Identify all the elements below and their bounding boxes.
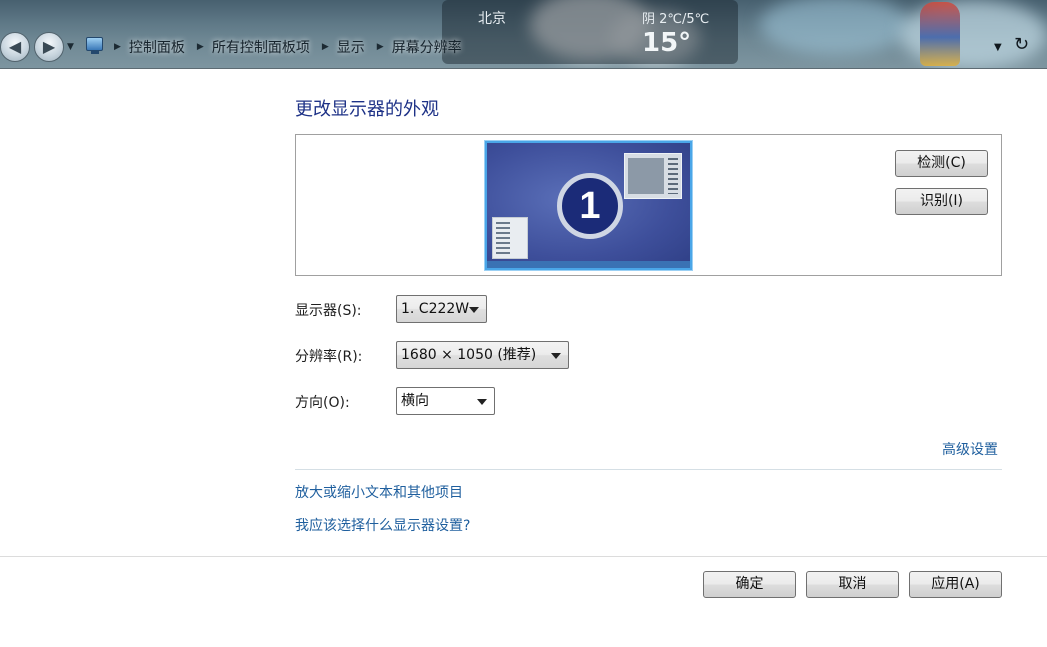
refresh-icon[interactable]: ↻: [1014, 34, 1029, 55]
recent-pages-dropdown-icon[interactable]: ▼: [67, 42, 74, 52]
thumbnail-start-menu: [492, 217, 528, 259]
breadcrumb-control-panel[interactable]: 控制面板: [129, 37, 185, 57]
monitor-arrangement-panel: 1 检测(C) 识别(I): [295, 134, 1002, 276]
monitor-number-badge: 1: [557, 173, 623, 239]
text-size-link[interactable]: 放大或缩小文本和其他项目: [295, 482, 463, 502]
resolution-label: 分辨率(R):: [295, 349, 363, 365]
chevron-right-icon[interactable]: ▶: [197, 42, 204, 52]
breadcrumb-screen-resolution[interactable]: 屏幕分辨率: [392, 37, 462, 57]
resolution-select[interactable]: 1680 × 1050 (推荐): [396, 341, 569, 369]
wallpaper-cloud: [760, 0, 910, 55]
orientation-select[interactable]: 横向: [396, 387, 495, 415]
display-label: 显示器(S):: [295, 303, 362, 319]
weather-range: 阴 2℃/5℃: [642, 12, 710, 27]
page-title: 更改显示器的外观: [295, 99, 439, 120]
detect-button[interactable]: 检测(C): [895, 150, 988, 177]
chevron-right-icon[interactable]: ▶: [377, 42, 384, 52]
wallpaper-figure: [920, 2, 960, 66]
display-help-link[interactable]: 我应该选择什么显示器设置?: [295, 515, 470, 535]
monitor-thumbnail[interactable]: 1: [485, 141, 692, 270]
forward-button[interactable]: ▶: [34, 32, 64, 62]
ok-button[interactable]: 确定: [703, 571, 796, 598]
breadcrumb-display[interactable]: 显示: [337, 37, 365, 57]
dropdown-arrow-icon: [477, 399, 487, 405]
chevron-right-icon[interactable]: ▶: [322, 42, 329, 52]
back-button[interactable]: ◀: [0, 32, 30, 62]
thumbnail-window: [624, 153, 682, 199]
orientation-label: 方向(O):: [295, 395, 350, 411]
chevron-right-icon[interactable]: ▶: [114, 42, 121, 52]
breadcrumb: ▶ 控制面板 ▶ 所有控制面板项 ▶ 显示 ▶ 屏幕分辨率: [110, 37, 462, 57]
identify-button[interactable]: 识别(I): [895, 188, 988, 215]
section-divider: [295, 469, 1002, 470]
weather-temperature: 15°: [642, 28, 692, 58]
dropdown-arrow-icon: [469, 307, 479, 313]
arrow-right-icon: ▶: [42, 37, 56, 56]
advanced-settings-link[interactable]: 高级设置: [942, 439, 998, 459]
cancel-button[interactable]: 取消: [806, 571, 899, 598]
dropdown-arrow-icon: [551, 353, 561, 359]
resolution-select-value: 1680 × 1050 (推荐): [401, 347, 537, 363]
apply-button[interactable]: 应用(A): [909, 571, 1002, 598]
address-dropdown-icon[interactable]: ▼: [994, 42, 1002, 53]
display-select-value: 1. C222W: [401, 301, 470, 317]
footer-divider: [0, 556, 1047, 557]
breadcrumb-all-items[interactable]: 所有控制面板项: [212, 37, 310, 57]
control-panel-icon[interactable]: [86, 37, 103, 54]
orientation-select-value: 横向: [401, 393, 429, 409]
thumbnail-taskbar: [487, 261, 690, 268]
address-bar: 北京 阴 2℃/5℃ 15° ◀ ▶ ▼ ▶ 控制面板 ▶ 所有控制面板项 ▶ …: [0, 0, 1047, 69]
weather-city: 北京: [478, 11, 506, 27]
display-select[interactable]: 1. C222W: [396, 295, 487, 323]
arrow-left-icon: ◀: [8, 37, 22, 56]
